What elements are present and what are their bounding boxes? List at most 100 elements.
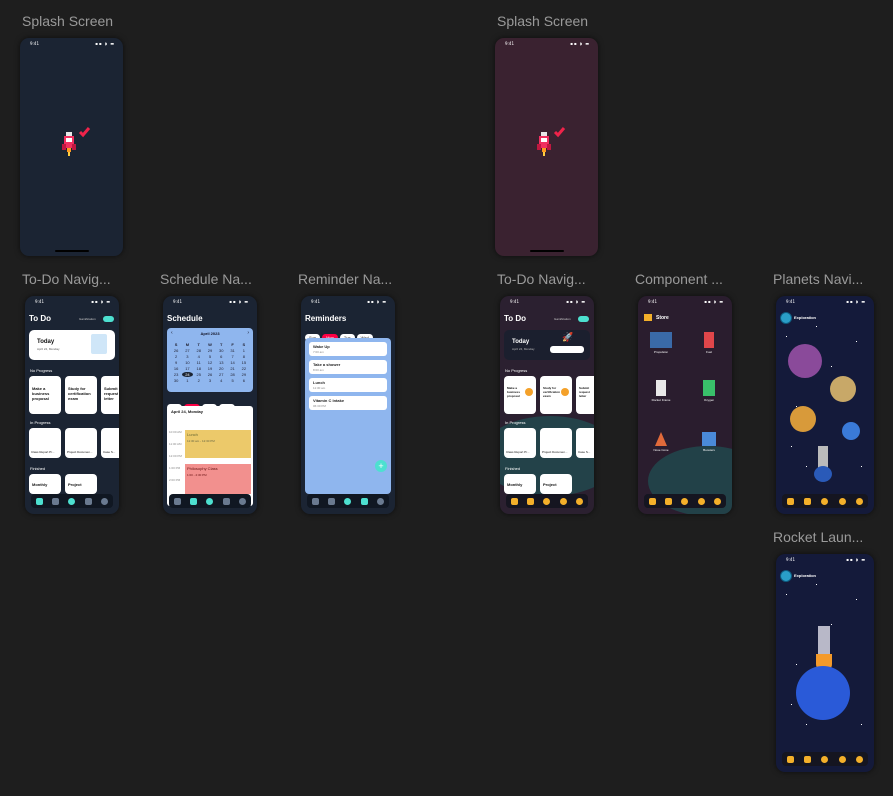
store-item[interactable]: Boosters: [694, 432, 724, 468]
home-planet-icon[interactable]: [814, 466, 832, 482]
blue-planet-icon[interactable]: [842, 422, 860, 440]
calendar-day[interactable]: 26: [205, 372, 215, 377]
calendar-day[interactable]: 29: [239, 372, 249, 377]
settings-tab-icon[interactable]: [101, 497, 109, 505]
orange-planet-icon[interactable]: [790, 406, 816, 432]
todo-tab-icon[interactable]: [510, 497, 518, 505]
store-tab-icon[interactable]: [665, 497, 673, 505]
calendar-day[interactable]: 13: [216, 360, 226, 365]
task-card[interactable]: Monthly: [29, 474, 61, 494]
calendar-day[interactable]: 17: [182, 366, 192, 371]
calendar-day[interactable]: 19: [205, 366, 215, 371]
reminder-item[interactable]: Lunch 11:30 am: [309, 378, 387, 392]
add-reminder-button[interactable]: +: [375, 460, 387, 472]
planet-tab-icon[interactable]: [559, 497, 567, 505]
reminder-tab-icon[interactable]: [84, 497, 92, 505]
calendar-day[interactable]: 9: [171, 360, 181, 365]
store-tab-icon[interactable]: [804, 497, 812, 505]
todo-frame-2[interactable]: 9:41 ▪▪ ◗ ▬ To Do Gamification Today Apri…: [500, 296, 594, 514]
calendar-day[interactable]: 12: [205, 360, 215, 365]
event-lunch[interactable]: Lunch 11:30 am - 12:30 PM: [185, 430, 251, 458]
todo-tab-icon[interactable]: [648, 497, 656, 505]
calendar-day[interactable]: 28: [194, 348, 204, 353]
settings-tab-icon[interactable]: [576, 497, 584, 505]
task-card[interactable]: Case S...: [576, 428, 594, 458]
event-philosophy[interactable]: Philosophy Class 1:00 - 2:30 PM: [185, 464, 251, 494]
calendar-day[interactable]: 3: [182, 354, 192, 359]
todo-tab-icon[interactable]: [787, 497, 795, 505]
today-banner[interactable]: Today April 24, Monday: [29, 330, 115, 360]
reminder-tab-icon[interactable]: [360, 497, 368, 505]
store-item[interactable]: Oxygen: [694, 380, 724, 416]
task-card[interactable]: Class Report Pr...: [29, 428, 61, 458]
task-card[interactable]: Study for certification exam: [540, 376, 572, 414]
splash-screen-frame-1[interactable]: 9:41 ▪▪ ◗ ▬: [20, 38, 123, 256]
calendar-day[interactable]: 21: [227, 366, 237, 371]
store-tab-icon[interactable]: [804, 755, 812, 763]
store-tab-icon[interactable]: [527, 497, 535, 505]
calendar-day[interactable]: 26: [171, 348, 181, 353]
task-card[interactable]: Monthly: [504, 474, 536, 494]
profile-tab-icon[interactable]: [206, 497, 214, 505]
reminder-item[interactable]: Vitamin C Intake 06:30 PM: [309, 396, 387, 410]
calendar-day[interactable]: 20: [216, 366, 226, 371]
calendar-day[interactable]: 3: [205, 378, 215, 383]
store-item[interactable]: Propulsion: [646, 332, 676, 368]
settings-tab-icon[interactable]: [714, 497, 722, 505]
calendar-day[interactable]: 11: [194, 360, 204, 365]
calendar-day[interactable]: 15: [239, 360, 249, 365]
calendar-day[interactable]: 30: [216, 348, 226, 353]
task-card[interactable]: Project: [540, 474, 572, 494]
calendar-tab-icon[interactable]: [328, 497, 336, 505]
reminder-tab-icon[interactable]: [222, 497, 230, 505]
profile-tab-icon[interactable]: [344, 497, 352, 505]
calendar-day[interactable]: 22: [239, 366, 249, 371]
calendar-day[interactable]: 18: [194, 366, 204, 371]
calendar-day[interactable]: 5: [227, 378, 237, 383]
settings-tab-icon[interactable]: [855, 755, 863, 763]
task-card[interactable]: Make a business proposal: [504, 376, 536, 414]
calendar-day[interactable]: 8: [239, 354, 249, 359]
calendar-day[interactable]: 1: [182, 378, 192, 383]
task-card[interactable]: Study for certification exam: [65, 376, 97, 414]
profile-tab-icon[interactable]: [68, 497, 76, 505]
store-item[interactable]: Fuel: [694, 332, 724, 368]
rocket-icon[interactable]: [818, 446, 828, 468]
gamification-toggle[interactable]: [578, 316, 589, 322]
calendar-day[interactable]: 2: [171, 354, 181, 359]
store-frame[interactable]: 9:41 ▪▪ ◗ ▬ Store Propulsion Fuel Rocket …: [638, 296, 732, 514]
calendar-day[interactable]: 6: [216, 354, 226, 359]
calendar-tab-icon[interactable]: [190, 497, 198, 505]
task-card[interactable]: Project Documen...: [65, 428, 97, 458]
calendar-day[interactable]: 30: [171, 378, 181, 383]
calendar-day[interactable]: 1: [239, 348, 249, 353]
planet-tab-icon[interactable]: [838, 755, 846, 763]
gamification-toggle[interactable]: [103, 316, 114, 322]
profile-tab-icon[interactable]: [543, 497, 551, 505]
settings-tab-icon[interactable]: [239, 497, 247, 505]
reminder-item[interactable]: Take a shower 8:00 am: [309, 360, 387, 374]
calendar-day[interactable]: 27: [216, 372, 226, 377]
planets-frame[interactable]: 9:41 ▪▪ ◗ ▬ Exploration: [776, 296, 874, 514]
task-card[interactable]: Case S...: [101, 428, 119, 458]
planet-tab-icon[interactable]: [697, 497, 705, 505]
reminder-item[interactable]: Wake Up 7:00 am: [309, 342, 387, 356]
todo-frame-1[interactable]: 9:41 ▪▪ ◗ ▬ To Do Gamification Today Apri…: [25, 296, 119, 514]
calendar-day[interactable]: 31: [227, 348, 237, 353]
calendar-day[interactable]: 14: [227, 360, 237, 365]
schedule-frame[interactable]: 9:41 ▪▪ ◗ ▬ Schedule April 2023 ‹ › S M T W T…: [163, 296, 257, 514]
calendar-day[interactable]: 7: [227, 354, 237, 359]
saturn-planet-icon[interactable]: [830, 376, 856, 402]
todo-tab-icon[interactable]: [787, 755, 795, 763]
calendar-day[interactable]: 16: [171, 366, 181, 371]
today-banner[interactable]: Today April 24, Monday 🚀: [504, 330, 590, 360]
reminder-frame[interactable]: 9:41▪▪ ◗ ▬ Reminders SunMonTueWed Wake U…: [301, 296, 395, 514]
settings-tab-icon[interactable]: [377, 497, 385, 505]
profile-tab-icon[interactable]: [821, 755, 829, 763]
purple-planet-icon[interactable]: [788, 344, 822, 378]
task-card[interactable]: Submit request letter: [101, 376, 119, 414]
splash-screen-frame-2[interactable]: 9:41 ▪▪ ◗ ▬: [495, 38, 598, 256]
calendar-tab-icon[interactable]: [52, 497, 60, 505]
calendar-day[interactable]: 10: [182, 360, 192, 365]
calendar-day[interactable]: 28: [227, 372, 237, 377]
